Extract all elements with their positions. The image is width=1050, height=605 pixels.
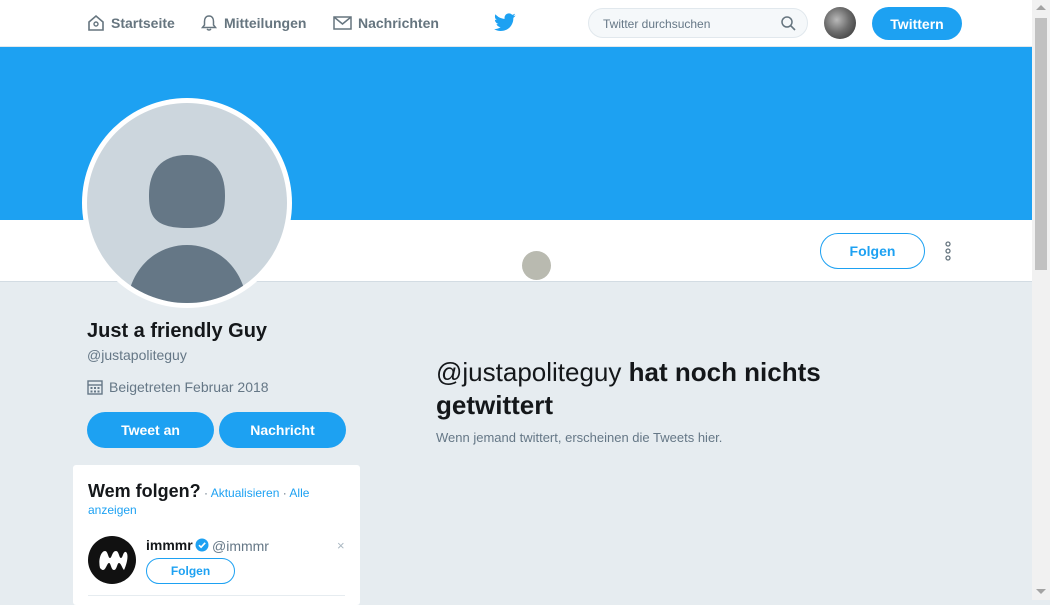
search-box[interactable] <box>588 8 808 38</box>
more-icon[interactable] <box>941 240 955 262</box>
nav-notifications[interactable]: Mitteilungen <box>200 0 306 46</box>
bell-icon <box>200 15 218 31</box>
scroll-down-arrow-icon[interactable] <box>1036 589 1046 594</box>
search-icon[interactable] <box>781 16 796 31</box>
joined-date: Beigetreten Februar 2018 <box>87 379 269 395</box>
dismiss-suggestion-button[interactable]: × <box>337 538 345 553</box>
profile-name: Just a friendly Guy <box>87 320 268 342</box>
follow-button[interactable]: Folgen <box>820 233 925 269</box>
nav-messages-label: Nachrichten <box>358 15 439 31</box>
profile-handle[interactable]: @justapoliteguy <box>87 347 187 363</box>
empty-timeline-title: @justapoliteguy hat noch nichts getwitte… <box>436 356 866 422</box>
mouse-cursor-indicator <box>522 251 551 280</box>
joined-date-label: Beigetreten Februar 2018 <box>109 379 269 395</box>
home-icon <box>88 14 104 31</box>
separator: · <box>204 486 209 500</box>
top-navigation: Startseite Mitteilungen Nachrichten Twit… <box>0 0 1032 47</box>
nav-home[interactable]: Startseite <box>87 0 175 46</box>
scrollbar-thumb[interactable] <box>1035 18 1047 270</box>
suggestion-name[interactable]: immmr <box>146 537 193 553</box>
divider <box>88 595 345 596</box>
who-to-follow-module: Wem folgen? · Aktualisieren · Alle anzei… <box>73 465 360 605</box>
nav-notifications-label: Mitteilungen <box>224 15 307 31</box>
suggestion-avatar[interactable] <box>88 536 136 584</box>
who-to-follow-header: Wem folgen? · Aktualisieren · Alle anzei… <box>88 481 348 519</box>
refresh-link[interactable]: Aktualisieren <box>211 486 280 500</box>
profile-avatar[interactable] <box>82 98 292 308</box>
who-to-follow-title: Wem folgen? <box>88 481 201 501</box>
empty-timeline-subtitle: Wenn jemand twittert, erscheinen die Twe… <box>436 430 723 445</box>
nav-messages[interactable]: Nachrichten <box>333 0 439 46</box>
account-avatar[interactable] <box>824 7 856 39</box>
verified-icon <box>195 538 209 552</box>
compose-tweet-button[interactable]: Twittern <box>872 7 962 40</box>
scroll-up-arrow-icon[interactable] <box>1036 5 1046 10</box>
separator: · <box>282 486 287 500</box>
suggestion-handle[interactable]: @immmr <box>212 538 269 554</box>
tweet-to-button[interactable]: Tweet an <box>87 412 214 448</box>
default-avatar-icon <box>87 103 287 303</box>
mail-icon <box>333 16 352 30</box>
twitter-bird-icon[interactable] <box>494 13 516 32</box>
empty-timeline-handle: @justapoliteguy <box>436 357 622 387</box>
search-input[interactable] <box>601 15 775 33</box>
nav-home-label: Startseite <box>111 15 175 31</box>
calendar-icon <box>87 380 103 395</box>
suggestion-follow-button[interactable]: Folgen <box>146 558 235 584</box>
message-button[interactable]: Nachricht <box>219 412 346 448</box>
